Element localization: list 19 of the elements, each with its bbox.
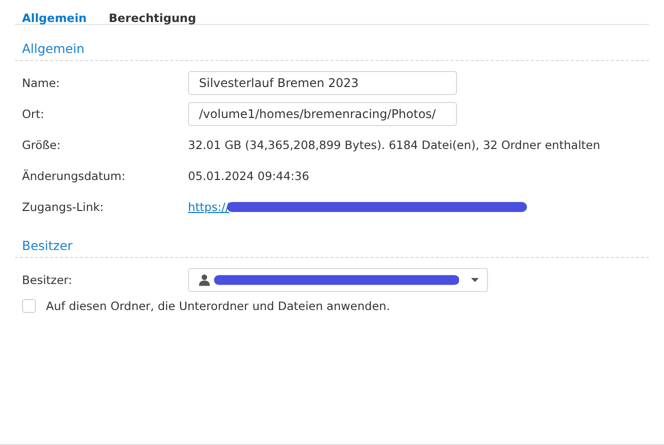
field-label: Name: xyxy=(22,76,61,90)
field-label: Änderungsdatum: xyxy=(22,168,126,182)
text-field[interactable]: /volume1/homes/bremenracing/Photos/ xyxy=(188,102,457,126)
owner-dropdown[interactable] xyxy=(188,268,488,292)
field-label: Zugangs-Link: xyxy=(22,200,105,214)
tab[interactable]: Berechtigung xyxy=(108,11,196,24)
field-label: Besitzer: xyxy=(22,272,74,286)
value-text: 32.01 GB (34,365,208,899 Bytes). 6184 Datei(en), 32 Ordner enthalten xyxy=(188,138,600,152)
section-title: Besitzer xyxy=(15,222,649,258)
field-label: Ort: xyxy=(22,106,46,120)
checkbox[interactable] xyxy=(22,299,36,313)
text-field[interactable]: Silvesterlauf Bremen 2023 xyxy=(188,70,457,94)
checkbox-label: Auf diesen Ordner, die Unterordner und Dateien anwenden. xyxy=(46,299,390,313)
value-text: 05.01.2024 09:44:36 xyxy=(188,168,310,182)
section-title: Allgemein xyxy=(15,25,649,61)
caret-icon xyxy=(471,278,479,282)
user-icon xyxy=(199,274,210,286)
field-label: Größe: xyxy=(22,138,62,152)
tab[interactable]: Allgemein xyxy=(22,11,87,24)
